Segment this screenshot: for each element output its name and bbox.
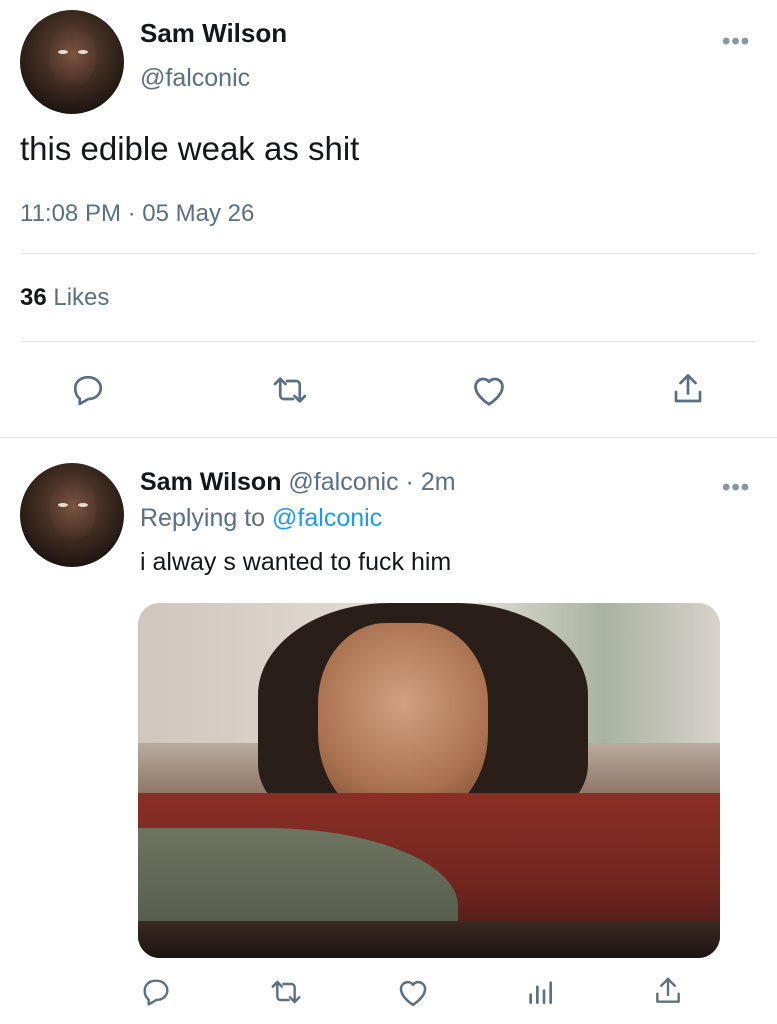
reply-header: Sam Wilson @falconic · 2m: [140, 468, 456, 497]
more-options-button[interactable]: •••: [722, 28, 750, 56]
reply-avatar[interactable]: [20, 463, 124, 567]
heart-icon[interactable]: [396, 976, 430, 1008]
reply-icon[interactable]: [70, 372, 106, 408]
reply-time[interactable]: 2m: [421, 468, 456, 496]
avatar-face: [50, 26, 96, 88]
avatar-eye-left: [58, 503, 68, 507]
tweet-media-image[interactable]: [138, 603, 720, 958]
retweet-icon[interactable]: [268, 976, 304, 1008]
divider: [20, 253, 757, 254]
heart-icon[interactable]: [470, 372, 508, 408]
separator-dot: ·: [405, 468, 414, 496]
likes-label: Likes: [53, 284, 110, 311]
reply-more-options-button[interactable]: •••: [722, 474, 750, 502]
avatar-face: [50, 479, 96, 541]
reply-text: i alway s wanted to fuck him: [140, 548, 452, 576]
analytics-icon[interactable]: [524, 976, 556, 1008]
author-name[interactable]: Sam Wilson: [140, 18, 287, 49]
share-icon[interactable]: [652, 974, 684, 1008]
replying-to: Replying to @falconic: [140, 504, 382, 533]
avatar-eye-left: [58, 50, 68, 54]
replying-to-link[interactable]: @falconic: [272, 504, 382, 532]
reply-author-handle[interactable]: @falconic: [288, 468, 398, 496]
tweet-text: this edible weak as shit: [20, 130, 360, 167]
replying-prefix: Replying to: [140, 504, 266, 532]
avatar-eye-right: [78, 50, 88, 54]
likes-count: 36: [20, 284, 47, 311]
share-icon[interactable]: [670, 370, 706, 408]
author-handle[interactable]: @falconic: [140, 64, 250, 93]
reply-icon[interactable]: [140, 976, 172, 1008]
likes-stat[interactable]: 36 Likes: [20, 284, 109, 312]
tweet-timestamp[interactable]: 11:08 PM · 05 May 26: [20, 200, 254, 228]
media-dashboard: [138, 921, 720, 958]
divider: [20, 341, 757, 342]
avatar-eye-right: [78, 503, 88, 507]
reply-author-name[interactable]: Sam Wilson: [140, 468, 281, 496]
retweet-icon[interactable]: [270, 372, 310, 408]
section-divider: [0, 437, 777, 438]
avatar[interactable]: [20, 10, 124, 114]
